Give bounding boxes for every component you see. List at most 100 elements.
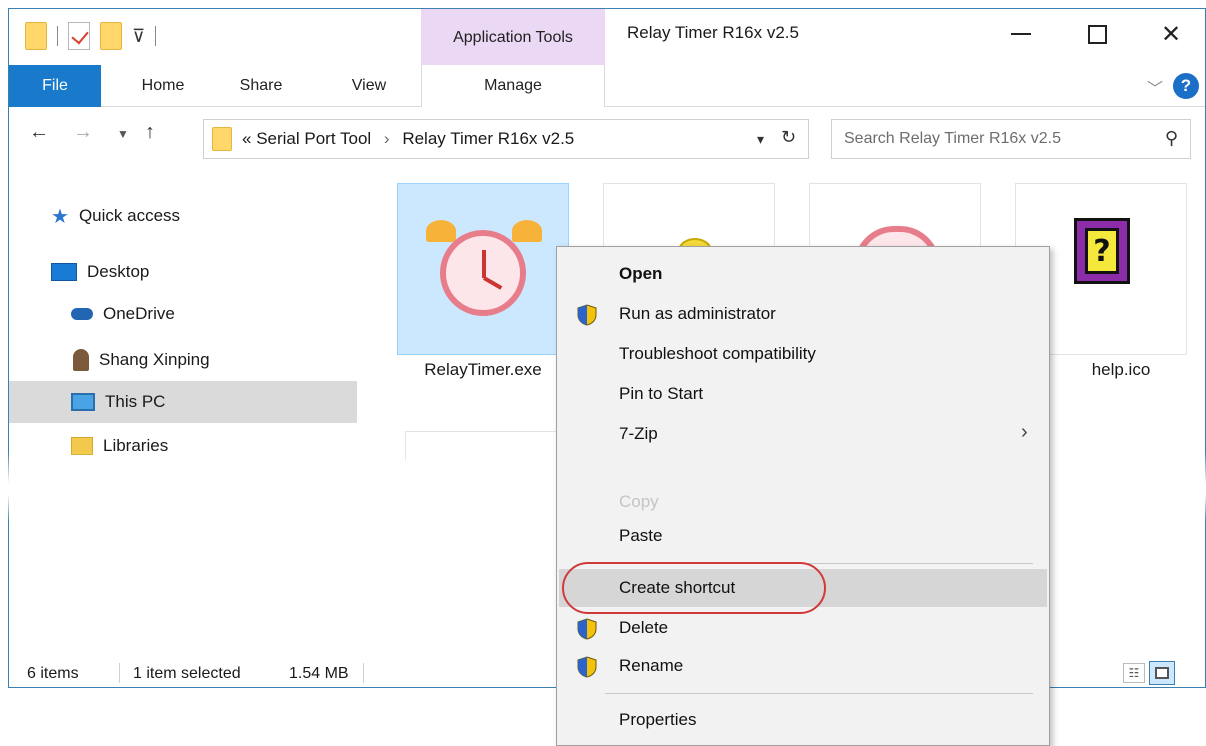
view-icon-glyph (1155, 667, 1169, 679)
menu-item-label: Open (619, 264, 663, 283)
nav-item-label: OneDrive (103, 304, 175, 323)
tab-home[interactable]: Home (121, 65, 205, 107)
file-name: help.ico (1091, 360, 1151, 379)
large-icons-view-icon[interactable] (1149, 661, 1175, 685)
menu-item-paste[interactable]: Paste (559, 517, 1047, 555)
file-tile-relaytimer[interactable]: RelayTimer.exe (397, 183, 569, 379)
nav-item-user[interactable]: Shang Xinping (9, 339, 357, 381)
nav-item-quick-access[interactable]: ★ Quick access (9, 195, 357, 237)
menu-item-rename[interactable]: Rename (559, 647, 1047, 685)
maximize-button[interactable] (1065, 9, 1129, 59)
bell-right (512, 220, 542, 242)
application-tools-header: Application Tools (421, 9, 605, 65)
selection-status: 1 item selected (133, 665, 241, 682)
nav-item-label: Shang Xinping (99, 350, 210, 369)
navigation-pane: ★ Quick access Desktop OneDrive Shang Xi… (9, 167, 359, 657)
alarm-clock-icon (440, 230, 526, 316)
toolbar-divider (57, 26, 58, 46)
menu-item-delete[interactable]: Delete (559, 609, 1047, 647)
refresh-icon[interactable]: ↻ (781, 127, 796, 148)
uac-shield-icon (577, 304, 597, 326)
nav-item-onedrive[interactable]: OneDrive (9, 293, 357, 335)
clock-minute-hand (483, 276, 503, 290)
application-tools-label: Application Tools (453, 29, 573, 46)
breadcrumb-serial-port-tool[interactable]: Serial Port Tool (256, 129, 371, 148)
quick-access-toolbar: ⊽ (25, 19, 157, 53)
recent-locations-icon[interactable]: ▼ (117, 127, 129, 141)
up-arrow-icon[interactable]: ↑ (145, 121, 155, 144)
nav-item-label: Quick access (78, 206, 181, 225)
menu-item-copy[interactable]: Copy (559, 483, 1047, 521)
minimize-button[interactable] (989, 9, 1053, 59)
navigation-bar: ← → ▼ ↑ « Serial Port Tool › Relay Timer… (9, 109, 1205, 167)
close-button[interactable]: ✕ (1139, 9, 1203, 59)
properties-check-icon[interactable] (68, 22, 90, 50)
folder-icon[interactable] (25, 22, 47, 50)
menu-item-pin-to-start[interactable]: Pin to Start (559, 375, 1047, 413)
computer-icon (71, 393, 95, 411)
forward-arrow-icon[interactable]: → (73, 121, 93, 144)
nav-item-label: Desktop (87, 262, 150, 281)
status-divider (119, 663, 120, 683)
breadcrumb: « Serial Port Tool › Relay Timer R16x v2… (242, 129, 574, 149)
menu-item-label: Rename (619, 656, 684, 675)
nav-item-desktop[interactable]: Desktop (9, 251, 357, 293)
uac-shield-icon (577, 618, 597, 640)
folder-icon (212, 127, 232, 151)
selection-size: 1.54 MB (289, 665, 349, 682)
file-name: RelayTimer.exe (424, 360, 542, 379)
status-divider (363, 663, 364, 683)
clock-hour-hand (482, 250, 486, 278)
breadcrumb-overflow[interactable]: « (242, 129, 251, 148)
nav-item-label: This PC (105, 392, 166, 411)
search-icon[interactable]: ⚲ (1165, 128, 1178, 149)
menu-item-label: Troubleshoot compatibility (619, 344, 816, 363)
details-view-icon[interactable]: ☷ (1123, 663, 1145, 683)
address-dropdown-icon[interactable]: ▾ (757, 131, 764, 148)
context-menu: Open Run as administrator Troubleshoot c… (556, 246, 1050, 746)
window-title: Relay Timer R16x v2.5 (627, 23, 799, 42)
help-file-icon: ? (1074, 218, 1130, 284)
back-arrow-icon[interactable]: ← (29, 121, 49, 144)
close-icon: ✕ (1160, 20, 1182, 48)
menu-separator (605, 693, 1033, 694)
help-icon[interactable]: ? (1173, 73, 1199, 99)
new-folder-icon[interactable] (100, 22, 122, 50)
user-icon (73, 349, 89, 371)
tab-manage[interactable]: Manage (421, 65, 605, 107)
breadcrumb-separator[interactable]: › (384, 129, 390, 148)
question-mark-icon: ? (1085, 228, 1119, 274)
tab-share[interactable]: Share (219, 65, 303, 107)
item-count: 6 items (27, 665, 79, 682)
cloud-icon (71, 308, 93, 320)
tab-file[interactable]: File (9, 65, 101, 107)
expand-ribbon-icon[interactable]: ﹀ (1147, 75, 1163, 99)
menu-item-label: Pin to Start (619, 384, 704, 403)
search-box: ⚲ (831, 119, 1191, 159)
minimize-icon (1011, 33, 1031, 35)
maximize-icon (1087, 24, 1107, 44)
menu-item-label: Copy (619, 492, 659, 511)
desktop-icon (51, 263, 77, 281)
address-bar[interactable]: « Serial Port Tool › Relay Timer R16x v2… (203, 119, 809, 159)
submenu-arrow-icon: › (1021, 421, 1028, 443)
customize-toolbar-icon[interactable]: ⊽ (132, 26, 145, 47)
menu-item-label: Paste (619, 526, 663, 545)
menu-item-open[interactable]: Open (559, 255, 1047, 293)
annotation-highlight-ring (562, 562, 826, 614)
bell-left (426, 220, 456, 242)
ribbon-tabs: File Home Share View Manage ﹀ ? (9, 65, 1205, 107)
breadcrumb-relay-timer[interactable]: Relay Timer R16x v2.5 (402, 129, 574, 148)
menu-item-run-as-admin[interactable]: Run as administrator (559, 295, 1047, 333)
title-bar: ⊽ Application Tools Relay Timer R16x v2.… (9, 9, 1205, 65)
menu-item-label: 7-Zip (619, 424, 658, 443)
nav-item-this-pc[interactable]: This PC (9, 381, 357, 423)
menu-item-properties[interactable]: Properties (559, 701, 1047, 739)
uac-shield-icon (577, 656, 597, 678)
tab-view[interactable]: View (327, 65, 411, 107)
menu-item-7zip[interactable]: 7-Zip › (559, 415, 1047, 453)
search-input[interactable] (844, 130, 1160, 148)
menu-item-label: Properties (619, 710, 697, 729)
toolbar-divider (155, 26, 157, 46)
menu-item-troubleshoot[interactable]: Troubleshoot compatibility (559, 335, 1047, 373)
